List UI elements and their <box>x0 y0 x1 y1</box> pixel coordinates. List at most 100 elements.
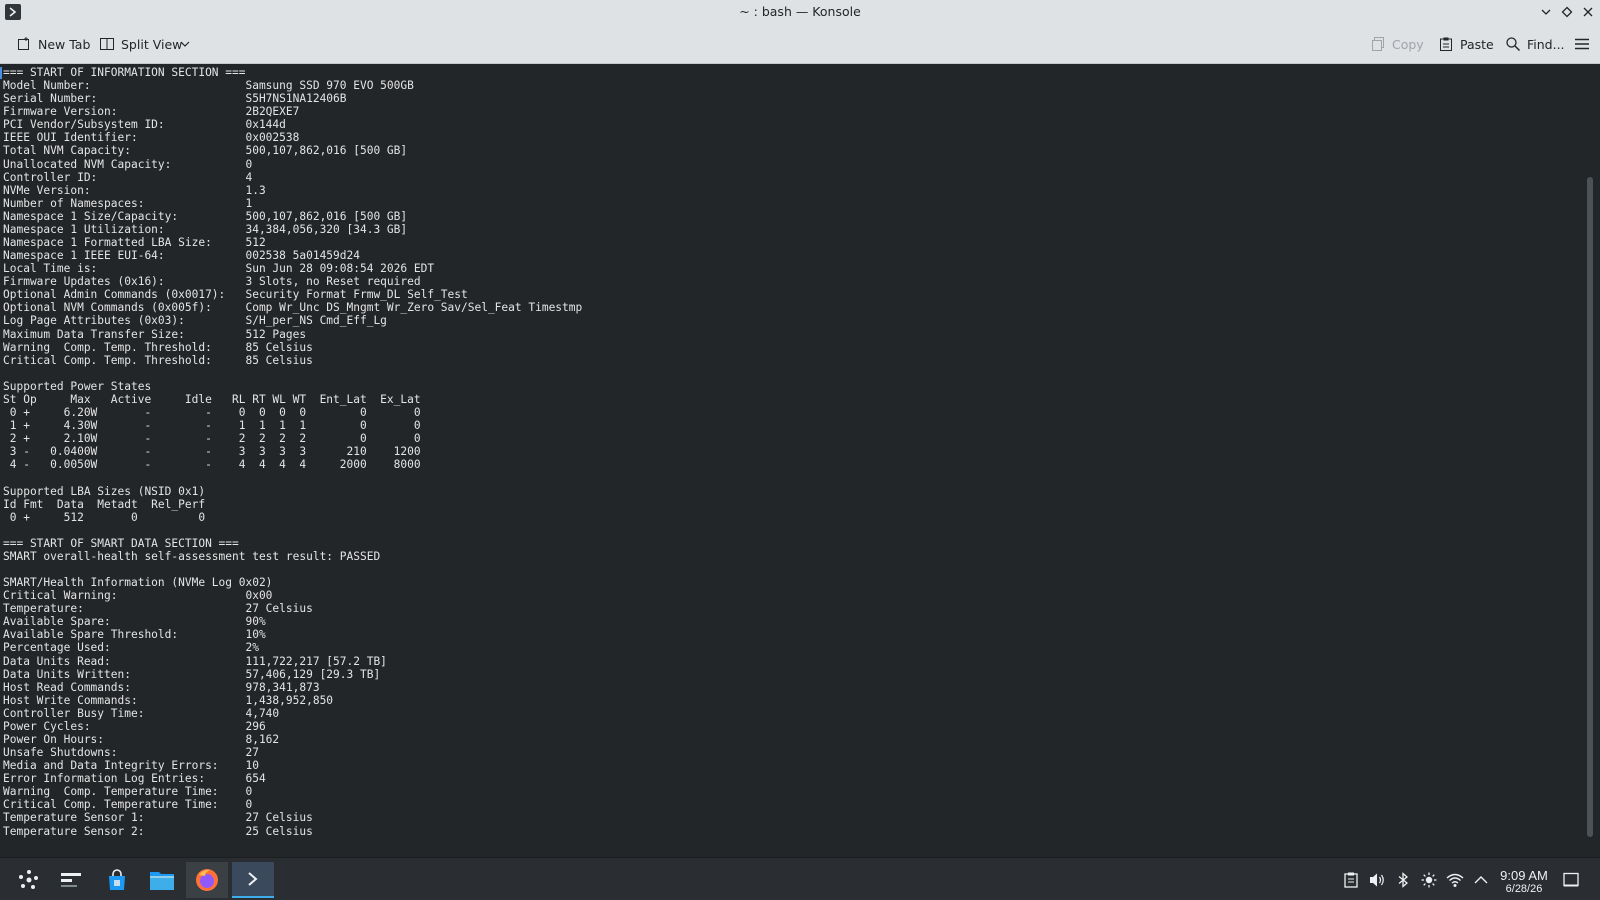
brightness-icon[interactable] <box>1420 872 1438 888</box>
minimize-button[interactable] <box>1537 3 1555 21</box>
bluetooth-icon[interactable] <box>1394 872 1412 888</box>
terminal-scrollbar[interactable] <box>1587 177 1593 837</box>
copy-icon <box>1372 37 1384 51</box>
terminal-line: 1 + 4.30W - - 1 1 1 1 0 0 <box>3 419 421 433</box>
clock-time: 9:09 AM <box>1500 868 1548 883</box>
terminal-line: Data Units Written: 57,406,129 [29.3 TB] <box>3 667 381 681</box>
new-tab-label: New Tab <box>38 36 91 52</box>
terminal-line: Namespace 1 Size/Capacity: 500,107,862,0… <box>3 209 408 223</box>
volume-icon[interactable] <box>1368 872 1386 888</box>
terminal-line: 0 + 512 0 0 <box>3 510 206 524</box>
terminal-line: Supported LBA Sizes (NSID 0x1) <box>3 484 206 498</box>
chevron-up-icon[interactable] <box>1472 872 1490 888</box>
clipboard-icon[interactable] <box>1342 872 1360 888</box>
terminal-line: Namespace 1 Utilization: 34,384,056,320 … <box>3 222 408 236</box>
terminal-line: Local Time is: Sun Jun 28 09:08:54 2026 … <box>3 262 435 276</box>
terminal-line: Warning Comp. Temp. Threshold: 85 Celsiu… <box>3 340 313 354</box>
overview-button[interactable] <box>50 862 92 898</box>
show-desktop-icon[interactable] <box>1562 872 1580 888</box>
terminal-line: Maximum Data Transfer Size: 512 Pages <box>3 327 307 341</box>
terminal-line: Total NVM Capacity: 500,107,862,016 [500… <box>3 144 408 158</box>
terminal-line: SMART overall-health self-assessment tes… <box>3 549 381 563</box>
find-button[interactable]: Find... <box>1501 33 1569 55</box>
terminal-icon <box>248 872 258 886</box>
terminal-line: Namespace 1 Formatted LBA Size: 512 <box>3 236 266 250</box>
search-icon <box>1506 37 1521 52</box>
terminal-output: === START OF INFORMATION SECTION === Mode… <box>3 66 582 838</box>
terminal-cursor <box>0 67 2 79</box>
hamburger-menu-icon <box>1575 38 1589 50</box>
terminal-line: 0 + 6.20W - - 0 0 0 0 0 0 <box>3 406 421 420</box>
terminal-line: Critical Comp. Temperature Time: 0 <box>3 798 253 812</box>
clock-date: 6/28/26 <box>1505 883 1543 895</box>
terminal-line: Controller ID: 4 <box>3 170 253 184</box>
terminal-line: Data Units Read: 111,722,217 [57.2 TB] <box>3 654 387 668</box>
terminal-line: PCI Vendor/Subsystem ID: 0x144d <box>3 118 286 132</box>
firefox-button[interactable] <box>186 862 228 898</box>
main-menu-button[interactable] <box>1570 33 1594 55</box>
app-launcher-button[interactable] <box>8 862 50 898</box>
terminal-view[interactable]: === START OF INFORMATION SECTION === Mode… <box>0 65 1600 857</box>
terminal-line: Temperature Sensor 2: 25 Celsius <box>3 824 313 838</box>
close-button[interactable] <box>1579 3 1597 21</box>
split-view-label: Split View <box>121 36 183 52</box>
window-title: ~ : bash — Konsole <box>739 4 861 19</box>
terminal-line: Unsafe Shutdowns: 27 <box>3 746 259 760</box>
terminal-line: Model Number: Samsung SSD 970 EVO 500GB <box>3 79 414 93</box>
copy-label: Copy <box>1392 36 1424 52</box>
file-manager-button[interactable] <box>141 862 183 898</box>
terminal-line: Firmware Updates (0x16): 3 Slots, no Res… <box>3 275 421 289</box>
split-view-button[interactable]: Split View <box>95 33 186 55</box>
wifi-icon[interactable] <box>1446 872 1464 888</box>
app-launcher-icon <box>19 870 38 889</box>
terminal-line: Supported Power States <box>3 379 152 393</box>
terminal-line: St Op Max Active Idle RL RT WL WT Ent_La… <box>3 392 421 406</box>
terminal-line: 2 + 2.10W - - 2 2 2 2 0 0 <box>3 432 421 446</box>
diamond-icon <box>1561 6 1573 18</box>
terminal-line: 3 - 0.0400W - - 3 3 3 3 210 1200 <box>3 445 421 459</box>
terminal-line: Power Cycles: 296 <box>3 719 266 733</box>
chevron-down-icon <box>180 41 190 47</box>
paste-label: Paste <box>1460 36 1494 52</box>
terminal-line: SMART/Health Information (NVMe Log 0x02) <box>3 576 273 590</box>
chevron-down-icon <box>1541 9 1551 15</box>
toolbar: New Tab Split View Copy Paste Find... <box>0 24 1600 76</box>
terminal-line: IEEE OUI Identifier: 0x002538 <box>3 131 300 145</box>
terminal-line: Media and Data Integrity Errors: 10 <box>3 759 259 773</box>
terminal-line: 4 - 0.0050W - - 4 4 4 4 2000 8000 <box>3 458 421 472</box>
shopping-bag-icon <box>109 869 125 890</box>
terminal-line: Power On Hours: 8,162 <box>3 732 280 746</box>
terminal-line: NVMe Version: 1.3 <box>3 183 266 197</box>
terminal-line: Temperature: 27 Celsius <box>3 602 313 616</box>
terminal-line: Optional NVM Commands (0x005f): Comp Wr_… <box>3 301 583 315</box>
split-view-dropdown[interactable] <box>176 33 194 55</box>
terminal-line: Firmware Version: 2B2QEXE7 <box>3 105 300 119</box>
discover-button[interactable] <box>96 862 138 898</box>
close-icon <box>1583 7 1593 17</box>
taskbar <box>0 857 1600 900</box>
paste-icon <box>1440 37 1452 51</box>
terminal-line: Available Spare Threshold: 10% <box>3 628 266 642</box>
konsole-taskbar-button[interactable] <box>232 862 274 898</box>
terminal-line: Controller Busy Time: 4,740 <box>3 706 280 720</box>
terminal-line: Number of Namespaces: 1 <box>3 196 253 210</box>
digital-clock[interactable]: 9:09 AM 6/28/26 <box>1494 868 1554 896</box>
firefox-icon <box>196 869 218 891</box>
new-tab-button[interactable]: New Tab <box>12 33 94 55</box>
terminal-line: Optional Admin Commands (0x0017): Securi… <box>3 288 468 302</box>
maximize-button[interactable] <box>1558 3 1576 21</box>
terminal-line: Percentage Used: 2% <box>3 641 259 655</box>
new-tab-icon <box>18 37 29 50</box>
paste-button[interactable]: Paste <box>1434 33 1498 55</box>
terminal-line: Critical Comp. Temp. Threshold: 85 Celsi… <box>3 353 313 367</box>
terminal-line: Log Page Attributes (0x03): S/H_per_NS C… <box>3 314 387 328</box>
title-bar[interactable]: ~ : bash — Konsole <box>0 0 1600 24</box>
terminal-line: === START OF INFORMATION SECTION === <box>3 66 246 79</box>
overview-icon <box>61 873 81 887</box>
terminal-line: Error Information Log Entries: 654 <box>3 772 266 786</box>
copy-button[interactable]: Copy <box>1366 33 1428 55</box>
